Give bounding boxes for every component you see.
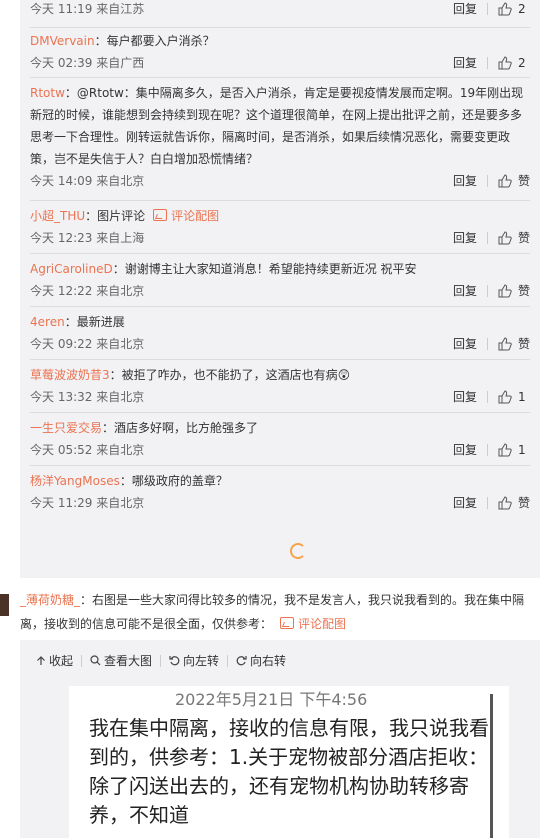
rotate-left-button[interactable]: 向左转: [169, 652, 219, 669]
like-count: 1: [518, 390, 526, 404]
comment-item: DMVervain：每户都要入户消杀？ 今天 02:39 来自广西 回复 2: [30, 30, 530, 74]
comment-meta: 今天 12:23 来自上海 回复 赞: [30, 227, 530, 249]
comment-time: 今天 11:19 来自江苏: [30, 2, 145, 16]
comment-username[interactable]: Rtotw: [30, 86, 65, 100]
comment-time: 今天 09:22 来自北京: [30, 337, 145, 351]
comment-text: 草莓波波奶昔3：被拒了咋办，也不能扔了，这酒店也有病😲: [30, 368, 351, 382]
comment-item: AgriCarolineD：谢谢博主让大家知道消息！希望能持续更新近况 祝平安 …: [30, 258, 530, 302]
comment-picture-link[interactable]: 评论配图: [153, 209, 219, 223]
thumbs-up-icon[interactable]: [498, 390, 512, 404]
avatar[interactable]: [0, 594, 9, 616]
picture-icon: [280, 617, 295, 629]
rotate-right-button[interactable]: 向右转: [236, 652, 286, 669]
comment-time: 今天 05:52 来自北京: [30, 443, 145, 457]
comment-text: DMVervain：每户都要入户消杀？: [30, 34, 215, 48]
comment-username[interactable]: AgriCarolineD: [30, 262, 113, 276]
comment-item: 小超_THU：图片评论 评论配图 今天 12:23 来自上海 回复 赞: [30, 205, 530, 249]
comment-time: 今天 14:09 来自北京: [30, 174, 145, 188]
magnifier-icon: [90, 655, 101, 666]
collapse-button[interactable]: 收起: [36, 652, 73, 669]
image-text: 我在集中隔离，接收的信息有限，我只说我看到的，供参考：1.关于宠物被部分酒店拒收…: [89, 716, 489, 827]
arrow-up-icon: [37, 655, 45, 665]
comment-meta: 今天 09:22 来自北京 回复 赞: [30, 333, 530, 355]
comment-picture-link[interactable]: 评论配图: [280, 617, 346, 631]
attached-image[interactable]: 2022年5月21日 下午4:56 我在集中隔离，接收的信息有限，我只说我看到的…: [69, 686, 509, 838]
loading-spinner-icon: [290, 543, 306, 559]
thumbs-up-icon[interactable]: [498, 496, 512, 510]
comment-item: 一生只爱交易：酒店多好啊，比方舱强多了 今天 05:52 来自北京 回复 1: [30, 417, 530, 461]
reply-button[interactable]: 回复: [453, 170, 477, 192]
comment-text: 小超_THU：图片评论 评论配图: [30, 209, 220, 223]
reply-button[interactable]: 回复: [453, 492, 477, 514]
comment-time: 今天 12:23 来自上海: [30, 231, 145, 245]
main-comment: _薄荷奶糖_：右图是一些大家问得比较多的情况，我不是发言人，我只说我看到的。我在…: [20, 588, 535, 636]
rotate-right-icon: [236, 656, 247, 666]
comment-meta: 今天 12:22 来自北京 回复 赞: [30, 280, 530, 302]
reply-button[interactable]: 回复: [453, 439, 477, 461]
comment-time: 今天 12:22 来自北京: [30, 284, 145, 298]
comment-meta: 今天 05:52 来自北京 回复 1: [30, 439, 530, 461]
comment-meta: 今天 11:19 来自江苏 回复 2: [30, 0, 530, 20]
thumbs-up-icon[interactable]: [498, 231, 512, 245]
comment-meta: 今天 02:39 来自广西 回复 2: [30, 52, 530, 74]
scrollbar: [490, 694, 493, 838]
view-large-button[interactable]: 查看大图: [90, 652, 152, 669]
like-count: 赞: [517, 284, 530, 298]
thumbs-up-icon[interactable]: [498, 337, 512, 351]
picture-icon: [153, 209, 168, 221]
reply-button[interactable]: 回复: [453, 280, 477, 302]
comment-item: 草莓波波奶昔3：被拒了咋办，也不能扔了，这酒店也有病😲 今天 13:32 来自北…: [30, 364, 530, 408]
comment-time: 今天 02:39 来自广西: [30, 56, 145, 70]
comment-item: 4eren：最新进展 今天 09:22 来自北京 回复 赞: [30, 311, 530, 355]
thumbs-up-icon[interactable]: [498, 443, 512, 457]
comment-meta: 今天 11:29 来自北京 回复 赞: [30, 492, 530, 514]
comment-text: ：右图是一些大家问得比较多的情况，我不是发言人，我只说我看到的。我在集中隔离，接…: [20, 593, 525, 631]
comment-username[interactable]: 草莓波波奶昔3: [30, 368, 110, 382]
comment-item: 今天 11:19 来自江苏 回复 2: [30, 0, 530, 20]
reply-button[interactable]: 回复: [453, 227, 477, 249]
comment-text: 杨洋YangMoses：哪级政府的盖章？: [30, 474, 228, 488]
comment-item: 杨洋YangMoses：哪级政府的盖章？ 今天 11:29 来自北京 回复 赞: [30, 470, 530, 514]
reply-button[interactable]: 回复: [453, 333, 477, 355]
comment-username[interactable]: 一生只爱交易: [30, 421, 102, 435]
comment-time: 今天 11:29 来自北京: [30, 496, 145, 510]
comment-text: 一生只爱交易：酒店多好啊，比方舱强多了: [30, 421, 259, 435]
like-count: 2: [518, 56, 526, 70]
comment-username[interactable]: 4eren: [30, 315, 65, 329]
thumbs-up-icon[interactable]: [498, 284, 512, 298]
comment-username[interactable]: 杨洋YangMoses: [30, 474, 120, 488]
comment-item: Rtotw：@Rtotw：集中隔离多久，是否入户消杀，肯定是要视疫情发展而定啊。…: [30, 82, 530, 192]
like-count: 1: [518, 443, 526, 457]
image-preview: 收起 查看大图 向左转 向右转 2022年5月21日 下午4:56 我在集中隔离…: [20, 640, 540, 838]
reply-button[interactable]: 回复: [453, 386, 477, 408]
rotate-left-icon: [169, 656, 180, 666]
reply-button[interactable]: 回复: [453, 52, 477, 74]
like-count: 赞: [517, 231, 530, 245]
reply-list-panel: 今天 11:19 来自江苏 回复 2 DMVervain：每户都要入户消杀？ 今…: [20, 0, 540, 578]
comment-meta: 今天 13:32 来自北京 回复 1: [30, 386, 530, 408]
like-count: 2: [518, 2, 526, 16]
image-date: 2022年5月21日 下午4:56: [175, 690, 368, 709]
comment-username[interactable]: 小超_THU: [30, 209, 85, 223]
image-toolbar: 收起 查看大图 向左转 向右转: [36, 652, 286, 669]
like-count: 赞: [517, 174, 530, 188]
comment-text: AgriCarolineD：谢谢博主让大家知道消息！希望能持续更新近况 祝平安: [30, 262, 417, 276]
comment-meta: 今天 14:09 来自北京 回复 赞: [30, 170, 530, 192]
like-count: 赞: [517, 337, 530, 351]
thumbs-up-icon[interactable]: [498, 174, 512, 188]
comment-username[interactable]: DMVervain: [30, 34, 95, 48]
comment-text: Rtotw：@Rtotw：集中隔离多久，是否入户消杀，肯定是要视疫情发展而定啊。…: [30, 86, 524, 166]
reply-button[interactable]: 回复: [453, 0, 477, 20]
thumbs-up-icon[interactable]: [498, 2, 512, 16]
comment-username[interactable]: _薄荷奶糖_: [20, 593, 80, 607]
like-count: 赞: [517, 496, 530, 510]
astonished-emoji: 😲: [337, 368, 351, 382]
comment-time: 今天 13:32 来自北京: [30, 390, 145, 404]
thumbs-up-icon[interactable]: [498, 56, 512, 70]
comment-text: 4eren：最新进展: [30, 315, 125, 329]
